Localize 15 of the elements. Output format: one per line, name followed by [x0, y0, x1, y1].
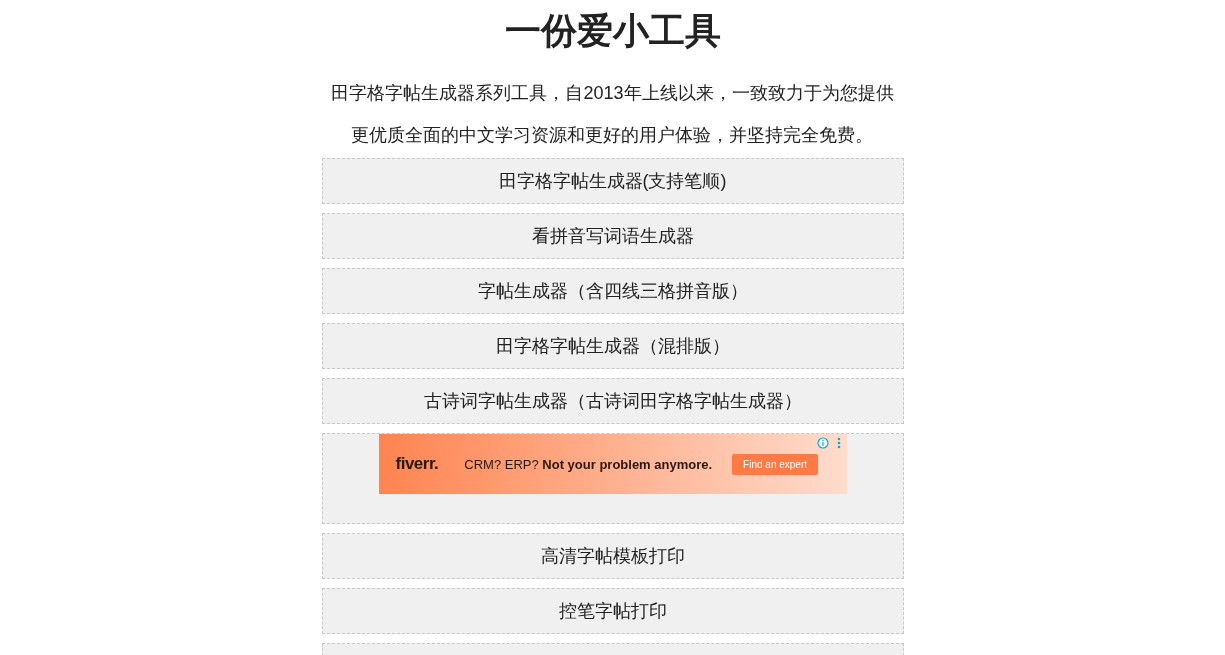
- tool-link[interactable]: 田字格字帖生成器（混排版）: [321, 323, 904, 369]
- tool-link[interactable]: 看拼音写词语生成器: [321, 213, 904, 259]
- ad-banner[interactable]: fiverr. CRM? ERP? Not your problem anymore. Find an expert: [378, 434, 847, 494]
- ad-logo: fiverr.: [395, 454, 439, 474]
- tool-link[interactable]: 字帖生成器（含四线三格拼音版）: [321, 268, 904, 314]
- ad-text: CRM? ERP? Not your problem anymore.: [464, 456, 713, 472]
- tool-link[interactable]: 古诗词字帖生成器（古诗词田字格字帖生成器）: [321, 378, 904, 424]
- intro-text: 更优质全面的中文学习资源和更好的用户体验，并坚持完全免费。: [350, 124, 875, 147]
- intro-text: 田字格字帖生成器系列工具，自2013年上线以来，一致致力于为您提供: [331, 82, 894, 105]
- tool-link[interactable]: 高清字帖模板打印: [321, 533, 904, 579]
- info-icon[interactable]: [816, 437, 829, 449]
- tool-link[interactable]: 田字格字帖生成器(支持笔顺): [321, 158, 904, 204]
- tool-link[interactable]: 控笔字帖打印: [321, 588, 904, 634]
- page-title: 一份爱小工具: [504, 10, 721, 52]
- more-icon[interactable]: [836, 437, 841, 449]
